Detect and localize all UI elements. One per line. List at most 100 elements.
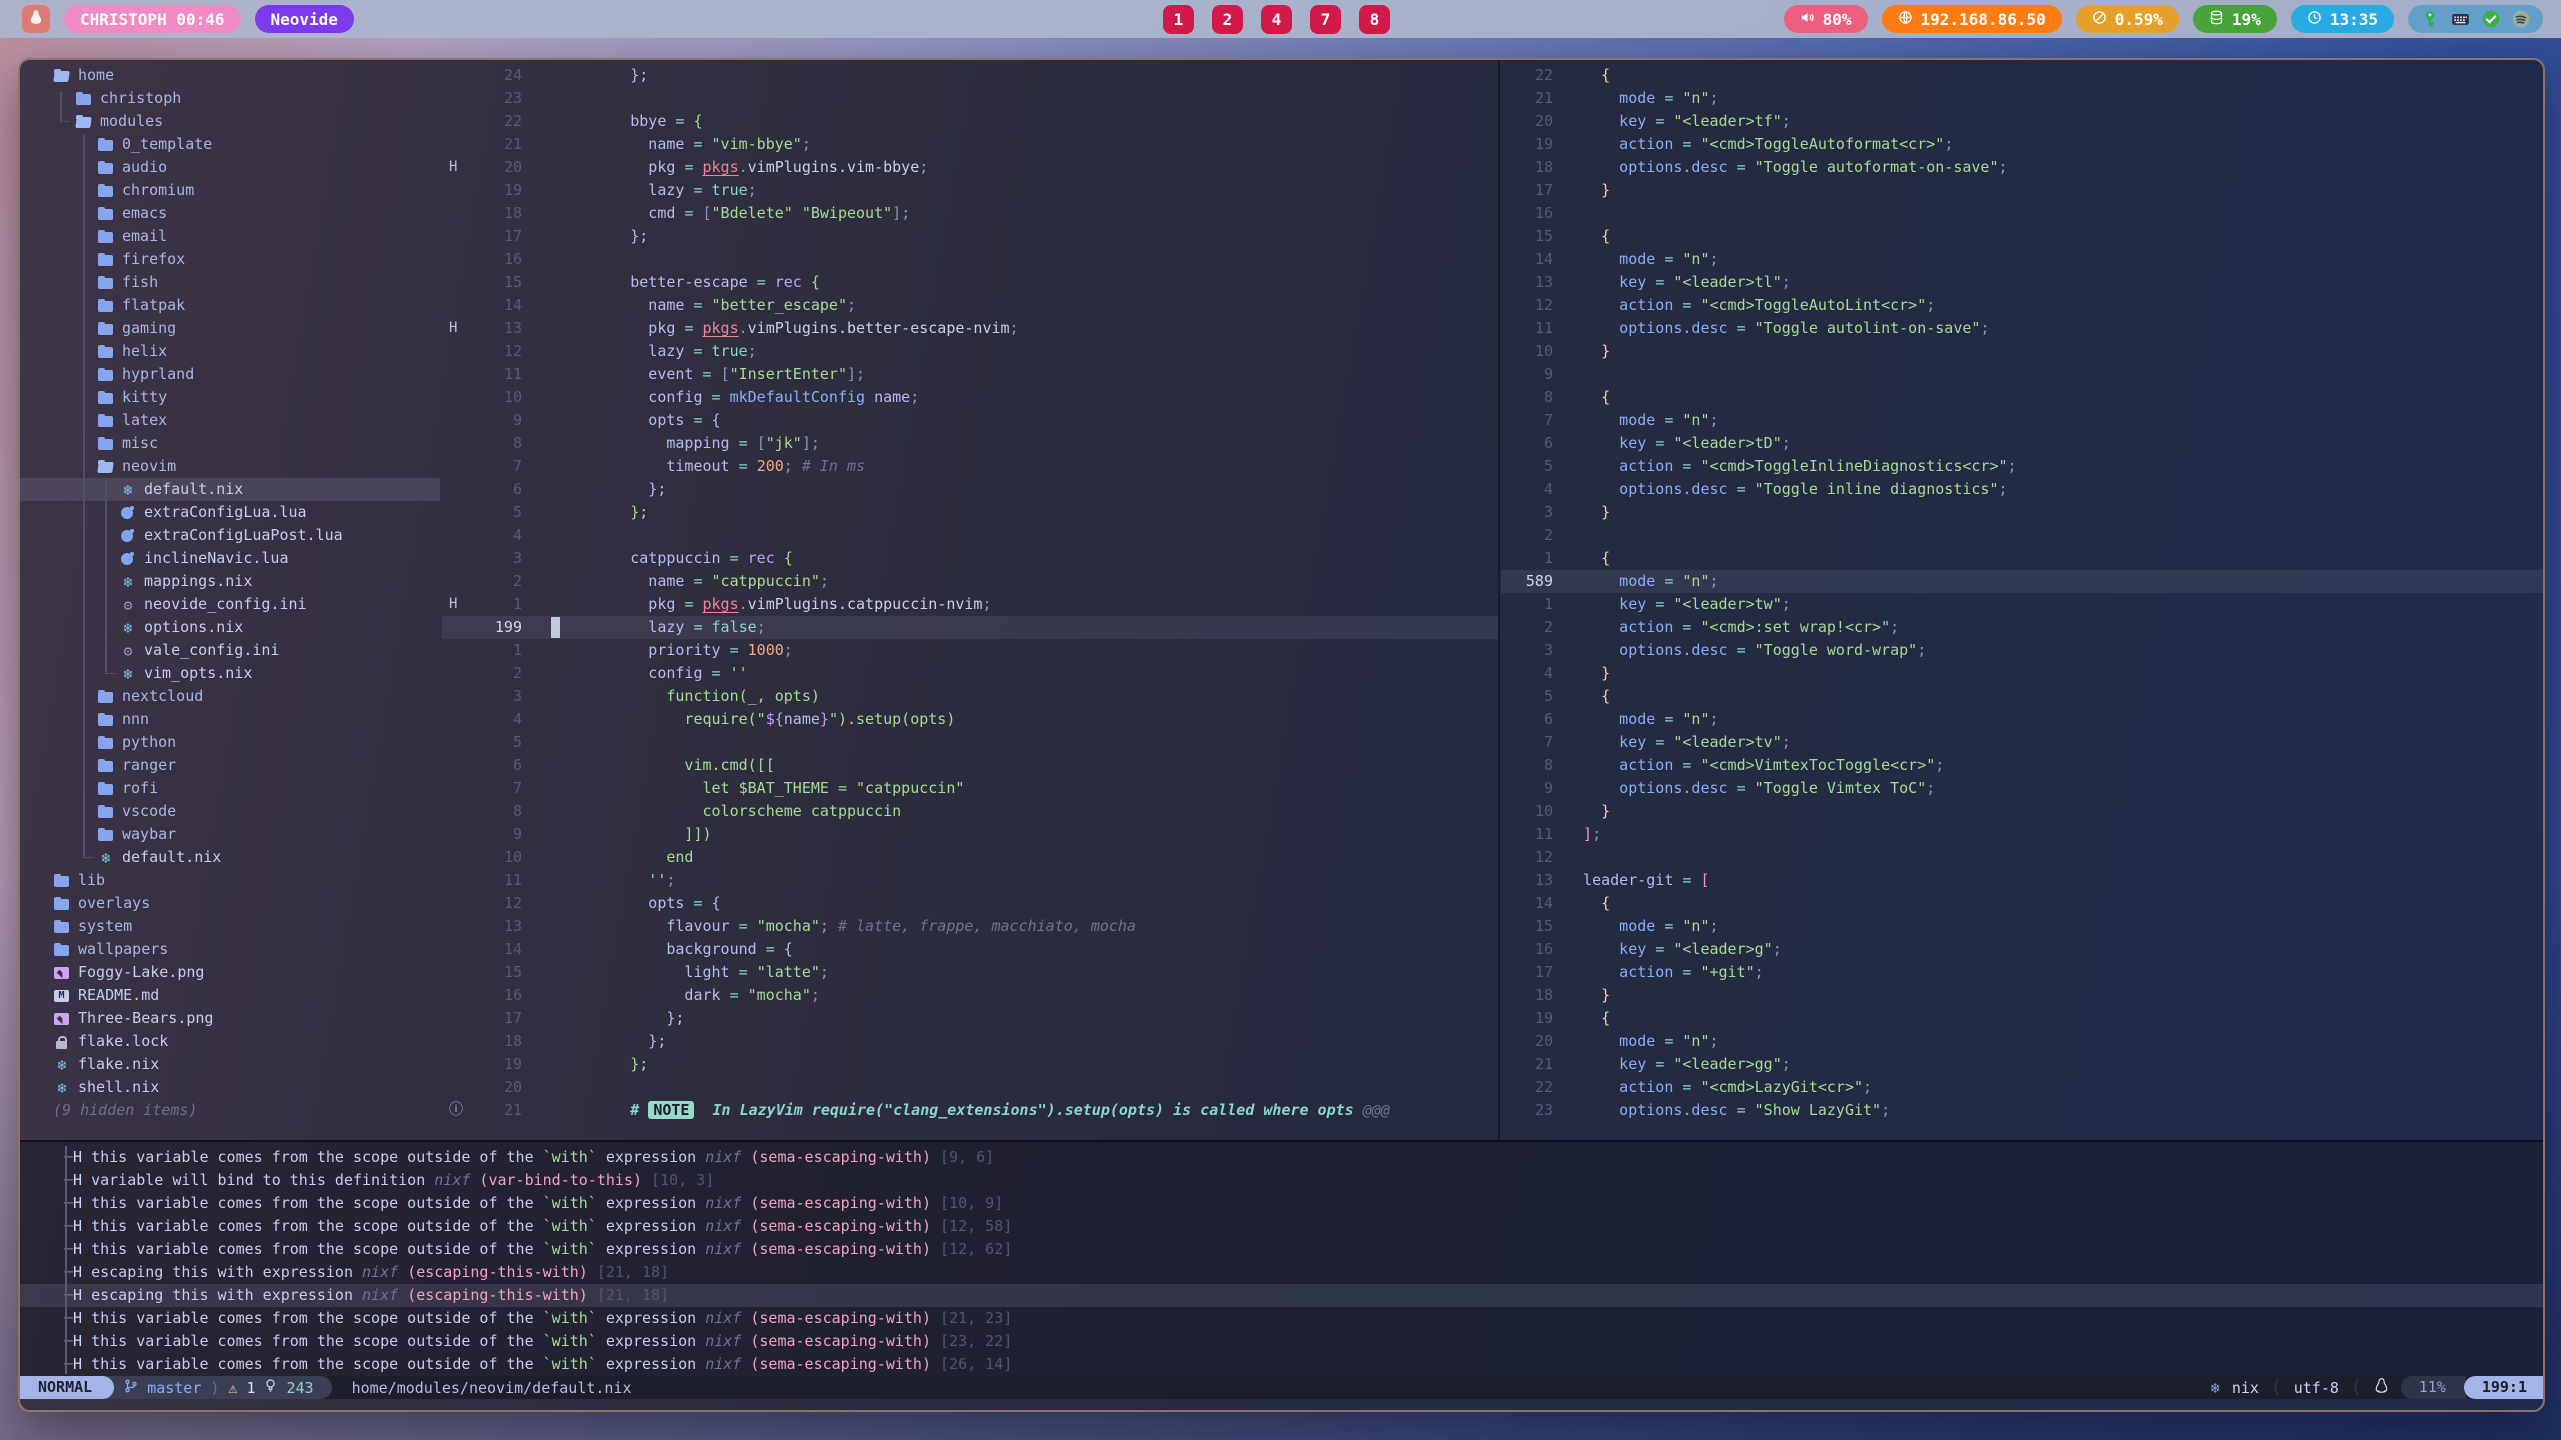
code-line[interactable]: 17 action = "+git"; — [1501, 961, 2543, 984]
code-line[interactable]: H20 pkg = pkgs.vimPlugins.vim-bbye; — [442, 156, 1498, 179]
code-line[interactable]: 9 ]]) — [442, 823, 1498, 846]
diagnostic-item[interactable]: ─H escaping this with expression nixf (e… — [20, 1261, 2543, 1284]
code-line[interactable]: 17 }; — [442, 1007, 1498, 1030]
code-line[interactable]: 3 } — [1501, 501, 2543, 524]
code-line[interactable]: 11 event = ["InsertEnter"]; — [442, 363, 1498, 386]
code-line[interactable]: 18 }; — [442, 1030, 1498, 1053]
code-line[interactable]: 3 catppuccin = rec { — [442, 547, 1498, 570]
code-line[interactable]: 18 } — [1501, 984, 2543, 1007]
code-line[interactable]: H1 pkg = pkgs.vimPlugins.catppuccin-nvim… — [442, 593, 1498, 616]
code-line[interactable]: 14 name = "better_escape"; — [442, 294, 1498, 317]
code-line[interactable]: 21 name = "vim-bbye"; — [442, 133, 1498, 156]
code-line[interactable]: 5 action = "<cmd>ToggleInlineDiagnostics… — [1501, 455, 2543, 478]
editor-pane-right[interactable]: 22 {21 mode = "n";20 key = "<leader>tf";… — [1501, 64, 2543, 1140]
code-line[interactable]: 199 lazy = false; — [442, 616, 1498, 639]
code-line[interactable]: 16 — [442, 248, 1498, 271]
workspace-button-7[interactable]: 7 — [1310, 5, 1341, 34]
active-window-pill[interactable]: Neovide — [255, 5, 354, 33]
window-separator[interactable] — [1498, 60, 1500, 1140]
tree-item-9hiddenitems[interactable]: (9 hidden items) — [20, 1099, 440, 1122]
tree-item-flake.lock[interactable]: flake.lock — [20, 1030, 440, 1053]
tree-item-home[interactable]: home — [20, 64, 440, 87]
code-line[interactable]: 8 colorscheme catppuccin — [442, 800, 1498, 823]
code-line[interactable]: 2 — [1501, 524, 2543, 547]
code-line[interactable]: 4 — [442, 524, 1498, 547]
code-line[interactable]: 8 action = "<cmd>VimtexTocToggle<cr>"; — [1501, 754, 2543, 777]
code-line[interactable]: 3 function(_, opts) — [442, 685, 1498, 708]
code-line[interactable]: 18 options.desc = "Toggle autoformat-on-… — [1501, 156, 2543, 179]
workspace-button-4[interactable]: 4 — [1261, 5, 1292, 34]
tree-item-Foggy-Lake.png[interactable]: Foggy-Lake.png — [20, 961, 440, 984]
memory-module[interactable]: 19% — [2193, 5, 2277, 33]
code-line[interactable]: 8 { — [1501, 386, 2543, 409]
code-line[interactable]: 16 dark = "mocha"; — [442, 984, 1498, 1007]
code-line[interactable]: 20 — [442, 1076, 1498, 1099]
code-line[interactable]: 4 require("${name}").setup(opts) — [442, 708, 1498, 731]
code-line[interactable]: 19 }; — [442, 1053, 1498, 1076]
diagnostic-item[interactable]: ─H escaping this with expression nixf (e… — [20, 1284, 2543, 1307]
diagnostic-item[interactable]: ─H this variable comes from the scope ou… — [20, 1146, 2543, 1169]
tree-item-overlays[interactable]: overlays — [20, 892, 440, 915]
tree-item-README.md[interactable]: README.md — [20, 984, 440, 1007]
code-line[interactable]: 9 options.desc = "Toggle Vimtex ToC"; — [1501, 777, 2543, 800]
tree-item-christoph[interactable]: christoph — [20, 87, 440, 110]
code-line[interactable]: 9 — [1501, 363, 2543, 386]
code-line[interactable]: 6 key = "<leader>tD"; — [1501, 432, 2543, 455]
code-line[interactable]: 20 mode = "n"; — [1501, 1030, 2543, 1053]
code-line[interactable]: 22 bbye = { — [442, 110, 1498, 133]
clock-module[interactable]: 13:35 — [2291, 5, 2394, 33]
code-line[interactable]: 22 { — [1501, 64, 2543, 87]
code-line[interactable]: 21 mode = "n"; — [1501, 87, 2543, 110]
keyboard-layout-icon[interactable] — [2450, 9, 2471, 29]
code-line[interactable]: 14 mode = "n"; — [1501, 248, 2543, 271]
code-line[interactable]: 1 key = "<leader>tw"; — [1501, 593, 2543, 616]
code-line[interactable]: H13 pkg = pkgs.vimPlugins.better-escape-… — [442, 317, 1498, 340]
workspace-button-8[interactable]: 8 — [1359, 5, 1390, 34]
code-line[interactable]: 18 cmd = ["Bdelete" "Bwipeout"]; — [442, 202, 1498, 225]
tree-item-wallpapers[interactable]: wallpapers — [20, 938, 440, 961]
workspace-button-2[interactable]: 2 — [1212, 5, 1243, 34]
code-line[interactable]: 19 { — [1501, 1007, 2543, 1030]
code-line[interactable]: 24 }; — [442, 64, 1498, 87]
tree-item-modules[interactable]: modules — [20, 110, 440, 133]
code-line[interactable]: 8 mapping = ["jk"]; — [442, 432, 1498, 455]
code-line[interactable]: 15 { — [1501, 225, 2543, 248]
code-line[interactable]: 12 — [1501, 846, 2543, 869]
tree-item-Three-Bears.png[interactable]: Three-Bears.png — [20, 1007, 440, 1030]
code-line[interactable]: 12 lazy = true; — [442, 340, 1498, 363]
code-line[interactable]: 2 config = '' — [442, 662, 1498, 685]
code-line[interactable]: 9 opts = { — [442, 409, 1498, 432]
network-module[interactable]: 192.168.86.50 — [1882, 5, 2062, 33]
code-line[interactable]: 7 let $BAT_THEME = "catppuccin" — [442, 777, 1498, 800]
code-line[interactable]: 7 key = "<leader>tv"; — [1501, 731, 2543, 754]
cpu-load-module[interactable]: 0.59% — [2076, 5, 2179, 33]
code-line[interactable]: 4 } — [1501, 662, 2543, 685]
code-line[interactable]: 7 mode = "n"; — [1501, 409, 2543, 432]
code-line[interactable]: 20 key = "<leader>tf"; — [1501, 110, 2543, 133]
diagnostic-item[interactable]: ─H this variable comes from the scope ou… — [20, 1238, 2543, 1261]
spotify-icon[interactable] — [2511, 9, 2531, 29]
volume-module[interactable]: 80% — [1784, 5, 1868, 33]
code-line[interactable]: 10 } — [1501, 340, 2543, 363]
code-line[interactable]: 10 } — [1501, 800, 2543, 823]
workspace-button-1[interactable]: 1 — [1163, 5, 1194, 34]
host-clock-pill[interactable]: CHRISTOPH 00:46 — [64, 5, 241, 33]
code-line[interactable]: 13 key = "<leader>tl"; — [1501, 271, 2543, 294]
code-line[interactable]: 13 leader-git = [ — [1501, 869, 2543, 892]
code-line[interactable]: 5 { — [1501, 685, 2543, 708]
code-line[interactable]: 13 flavour = "mocha"; # latte, frappe, m… — [442, 915, 1498, 938]
code-line[interactable]: 22 action = "<cmd>LazyGit<cr>"; — [1501, 1076, 2543, 1099]
code-line[interactable]: 15 mode = "n"; — [1501, 915, 2543, 938]
code-line[interactable]: 11 options.desc = "Toggle autolint-on-sa… — [1501, 317, 2543, 340]
tree-item-system[interactable]: system — [20, 915, 440, 938]
diagnostic-item[interactable]: ─H this variable comes from the scope ou… — [20, 1330, 2543, 1353]
code-line[interactable]: 1 priority = 1000; — [442, 639, 1498, 662]
tree-item-lib[interactable]: lib — [20, 869, 440, 892]
code-line[interactable]: 5 — [442, 731, 1498, 754]
editor-pane-main[interactable]: 24 };2322 bbye = {21 name = "vim-bbye";H… — [442, 64, 1498, 1140]
code-line[interactable]: 2 name = "catppuccin"; — [442, 570, 1498, 593]
keepass-key-icon[interactable] — [2420, 9, 2440, 29]
code-line[interactable]: 10 config = mkDefaultConfig name; — [442, 386, 1498, 409]
code-line[interactable]: 11 ''; — [442, 869, 1498, 892]
code-line[interactable]: 23 — [442, 87, 1498, 110]
